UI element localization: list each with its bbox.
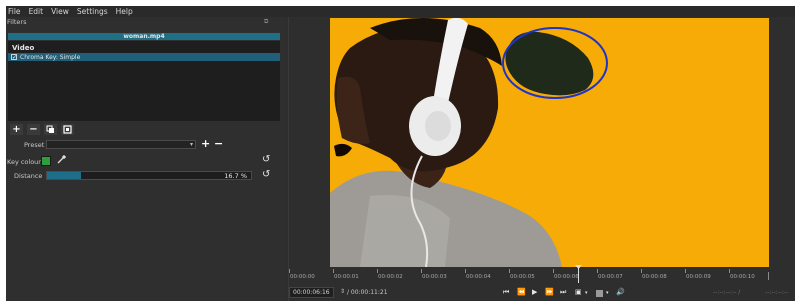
duration-timecode: / 00:00:11:21 — [347, 289, 388, 296]
timeline-tick-mark — [333, 269, 334, 273]
out-point-timecode: --:--:--:-- — [765, 289, 789, 296]
key-colour-label: Key colour — [7, 158, 41, 166]
timeline-ruler[interactable]: 00:00:00 00:00:01 00:00:02 00:00:03 00:00:04… — [289, 269, 795, 283]
key-colour-swatch[interactable] — [41, 156, 51, 166]
zoom-icon[interactable]: ▣ — [575, 288, 582, 296]
skip-previous-icon[interactable]: ⏮ — [503, 288, 509, 297]
timecode-spin-icon[interactable]: ⇕ — [340, 288, 345, 295]
distance-label: Distance — [14, 172, 43, 180]
timeline-tick-mark — [641, 269, 642, 273]
filter-name: Chroma Key: Simple — [20, 53, 81, 61]
timeline-tick-label: 00:00:07 — [598, 274, 623, 280]
video-section-header: Video — [12, 44, 35, 52]
deselect-icon — [63, 125, 72, 134]
timeline-tick-mark — [289, 269, 290, 273]
timeline-tick-label: 00:00:02 — [378, 274, 403, 280]
timeline-tick-mark — [509, 269, 510, 273]
in-point-timecode: --:--:--:-- / — [713, 289, 741, 296]
reset-key-colour-icon[interactable]: ↺ — [262, 154, 270, 165]
menu-help[interactable]: Help — [116, 7, 133, 16]
filter-list[interactable]: Video ✓ Chroma Key: Simple — [8, 41, 280, 121]
timeline-tick-label: 00:00:05 — [510, 274, 535, 280]
chevron-down-icon: ▾ — [189, 141, 193, 148]
rewind-icon[interactable]: ⏪ — [517, 288, 526, 296]
video-preview[interactable] — [330, 18, 769, 267]
distance-fill — [47, 172, 82, 179]
timeline-tick-label: 00:00:03 — [422, 274, 447, 280]
add-filter-button[interactable]: + — [10, 124, 23, 135]
playhead-line — [578, 266, 579, 283]
timeline-tick-label: 00:00:06 — [554, 274, 579, 280]
grid-toggle[interactable] — [596, 290, 603, 297]
app-window: File Edit View Settings Help Filters ⧉ w… — [6, 6, 795, 301]
zoom-dropdown-icon[interactable]: ▾ — [585, 290, 588, 296]
timeline-tick-mark — [597, 269, 598, 273]
remove-filter-button[interactable]: − — [27, 124, 40, 135]
filter-enabled-checkbox[interactable]: ✓ — [11, 54, 17, 61]
delete-preset-button[interactable]: − — [214, 138, 223, 149]
reset-distance-icon[interactable]: ↺ — [262, 169, 270, 180]
timeline-tick-mark — [553, 269, 554, 273]
timeline-tick-label: 00:00:01 — [334, 274, 359, 280]
timeline-tick-mark — [685, 269, 686, 273]
distance-value: 16.7 % — [224, 172, 247, 180]
menu-settings[interactable]: Settings — [77, 7, 108, 16]
timeline-tick-label: 00:00:00 — [290, 274, 315, 280]
filter-row-chroma-key[interactable]: ✓ Chroma Key: Simple — [8, 53, 280, 61]
transport-bar: 00:00:06:16 ⇕ / 00:00:11:21 ⏮ ⏪ ▶ ⏩ ⏭ ▣ … — [289, 287, 795, 299]
timeline-tick-label: 00:00:08 — [642, 274, 667, 280]
position-timecode[interactable]: 00:00:06:16 — [289, 287, 334, 298]
copy-icon — [46, 125, 54, 133]
skip-next-icon[interactable]: ⏭ — [560, 288, 566, 297]
float-panel-icon[interactable]: ⧉ — [264, 18, 268, 26]
deselect-filter-button[interactable] — [61, 124, 74, 135]
copy-filters-button[interactable] — [44, 124, 57, 135]
clip-name: woman.mp4 — [8, 33, 280, 40]
volume-icon[interactable]: 🔊 — [616, 288, 625, 296]
menu-bar: File Edit View Settings Help — [6, 6, 795, 17]
preset-select[interactable]: ▾ — [46, 140, 196, 149]
timeline-tick-label: 00:00:10 — [730, 274, 755, 280]
timeline-tick-mark — [421, 269, 422, 273]
distance-slider[interactable]: 16.7 % — [46, 171, 252, 180]
timeline-end-marker — [768, 272, 769, 280]
timeline-tick-mark — [377, 269, 378, 273]
menu-view[interactable]: View — [51, 7, 69, 16]
fast-forward-icon[interactable]: ⏩ — [545, 288, 554, 296]
filter-toolbar: + − — [10, 124, 74, 135]
color-picker-icon[interactable] — [57, 154, 67, 167]
panel-divider[interactable] — [288, 17, 289, 301]
panel-title: Filters — [7, 18, 27, 26]
timeline-tick-mark — [729, 269, 730, 273]
menu-edit[interactable]: Edit — [29, 7, 44, 16]
preset-label: Preset — [24, 141, 45, 149]
hair-bun-shape — [505, 31, 594, 96]
preview-frame — [330, 18, 608, 267]
grid-dropdown-icon[interactable]: ▾ — [606, 290, 609, 296]
timeline-tick-label: 00:00:09 — [686, 274, 711, 280]
save-preset-button[interactable]: + — [201, 138, 210, 149]
timeline-tick-label: 00:00:04 — [466, 274, 491, 280]
menu-file[interactable]: File — [8, 7, 21, 16]
filters-panel: Filters ⧉ woman.mp4 Video ✓ Chroma Key: … — [6, 17, 284, 301]
timeline-tick-mark — [465, 269, 466, 273]
play-icon[interactable]: ▶ — [532, 288, 537, 296]
